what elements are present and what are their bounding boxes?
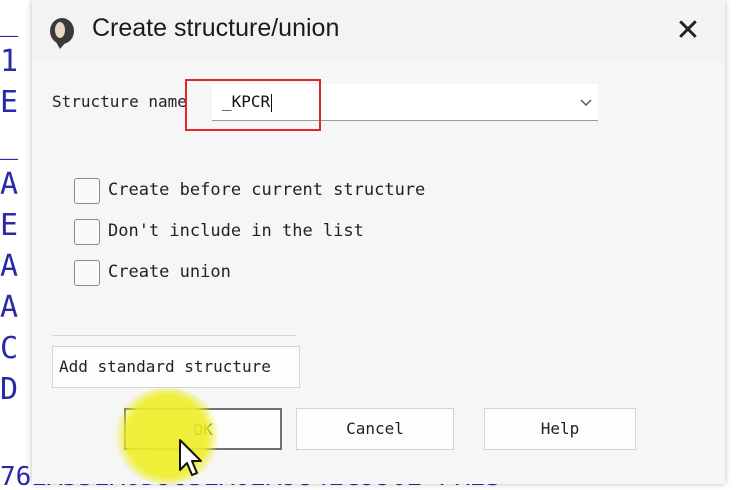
structure-name-label: Structure name <box>52 92 187 111</box>
option-label: Create union <box>108 262 231 282</box>
ok-button[interactable]: OK <box>124 408 282 450</box>
app-icon <box>46 16 78 50</box>
checkbox[interactable] <box>74 219 100 245</box>
divider <box>52 335 296 336</box>
help-button[interactable]: Help <box>484 408 636 450</box>
option-label: Don't include in the list <box>108 221 364 241</box>
create-structure-dialog: Create structure/union ✕ Structure name … <box>32 0 725 484</box>
chevron-down-icon[interactable] <box>578 94 594 110</box>
add-standard-structure-button[interactable]: Add standard structure <box>52 346 300 388</box>
cancel-button[interactable]: Cancel <box>296 408 454 450</box>
close-icon[interactable]: ✕ <box>665 10 711 52</box>
dialog-titlebar[interactable]: Create structure/union ✕ <box>32 0 725 62</box>
highlight-annotation-box <box>185 79 321 131</box>
option-label: Create before current structure <box>108 180 426 200</box>
checkbox[interactable] <box>74 178 100 204</box>
checkbox[interactable] <box>74 260 100 286</box>
dialog-title: Create structure/union <box>92 14 340 42</box>
